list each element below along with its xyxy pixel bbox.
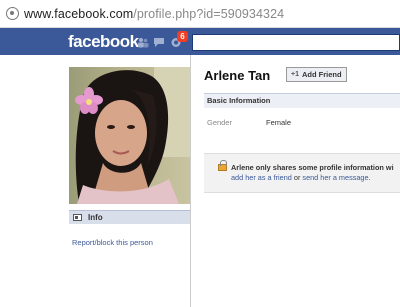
basic-information-header: Basic Information: [204, 93, 400, 108]
gender-label: Gender: [207, 118, 233, 127]
gender-value: Female: [266, 118, 292, 127]
left-column: Info Report/block this person: [0, 55, 190, 307]
friends-jewel-icon[interactable]: [137, 37, 149, 48]
privacy-notice-actions: add her as a friend or send her a messag…: [231, 173, 371, 182]
url-text[interactable]: www.facebook.com/profile.php?id=59093432…: [24, 7, 284, 21]
facebook-logo[interactable]: facebook: [68, 32, 139, 52]
report-block-link[interactable]: Report/block this person: [72, 238, 153, 247]
profile-name: Arlene Tan: [204, 68, 271, 83]
messages-jewel-icon[interactable]: [153, 37, 165, 48]
search-input[interactable]: [192, 34, 400, 51]
notification-badge[interactable]: 6: [177, 31, 188, 42]
address-bar[interactable]: www.facebook.com/profile.php?id=59093432…: [0, 0, 400, 28]
add-friend-label: Add Friend: [301, 70, 342, 79]
facebook-header: facebook 6: [0, 28, 400, 55]
lock-icon: [218, 160, 227, 171]
info-icon: [73, 214, 82, 221]
info-tab-label: Info: [88, 213, 103, 222]
column-divider: [190, 55, 191, 307]
add-as-friend-link[interactable]: add her as a friend: [231, 173, 292, 182]
privacy-notice-text: Arlene only shares some profile informat…: [231, 163, 394, 172]
send-message-link[interactable]: send her a message: [302, 173, 368, 182]
profile-photo[interactable]: [69, 67, 190, 204]
page-icon: [6, 7, 19, 20]
add-friend-button[interactable]: +1 Add Friend: [286, 67, 347, 82]
add-friend-icon: +1: [291, 71, 299, 78]
tab-info[interactable]: Info: [69, 210, 190, 224]
privacy-notice: Arlene only shares some profile informat…: [204, 153, 400, 193]
